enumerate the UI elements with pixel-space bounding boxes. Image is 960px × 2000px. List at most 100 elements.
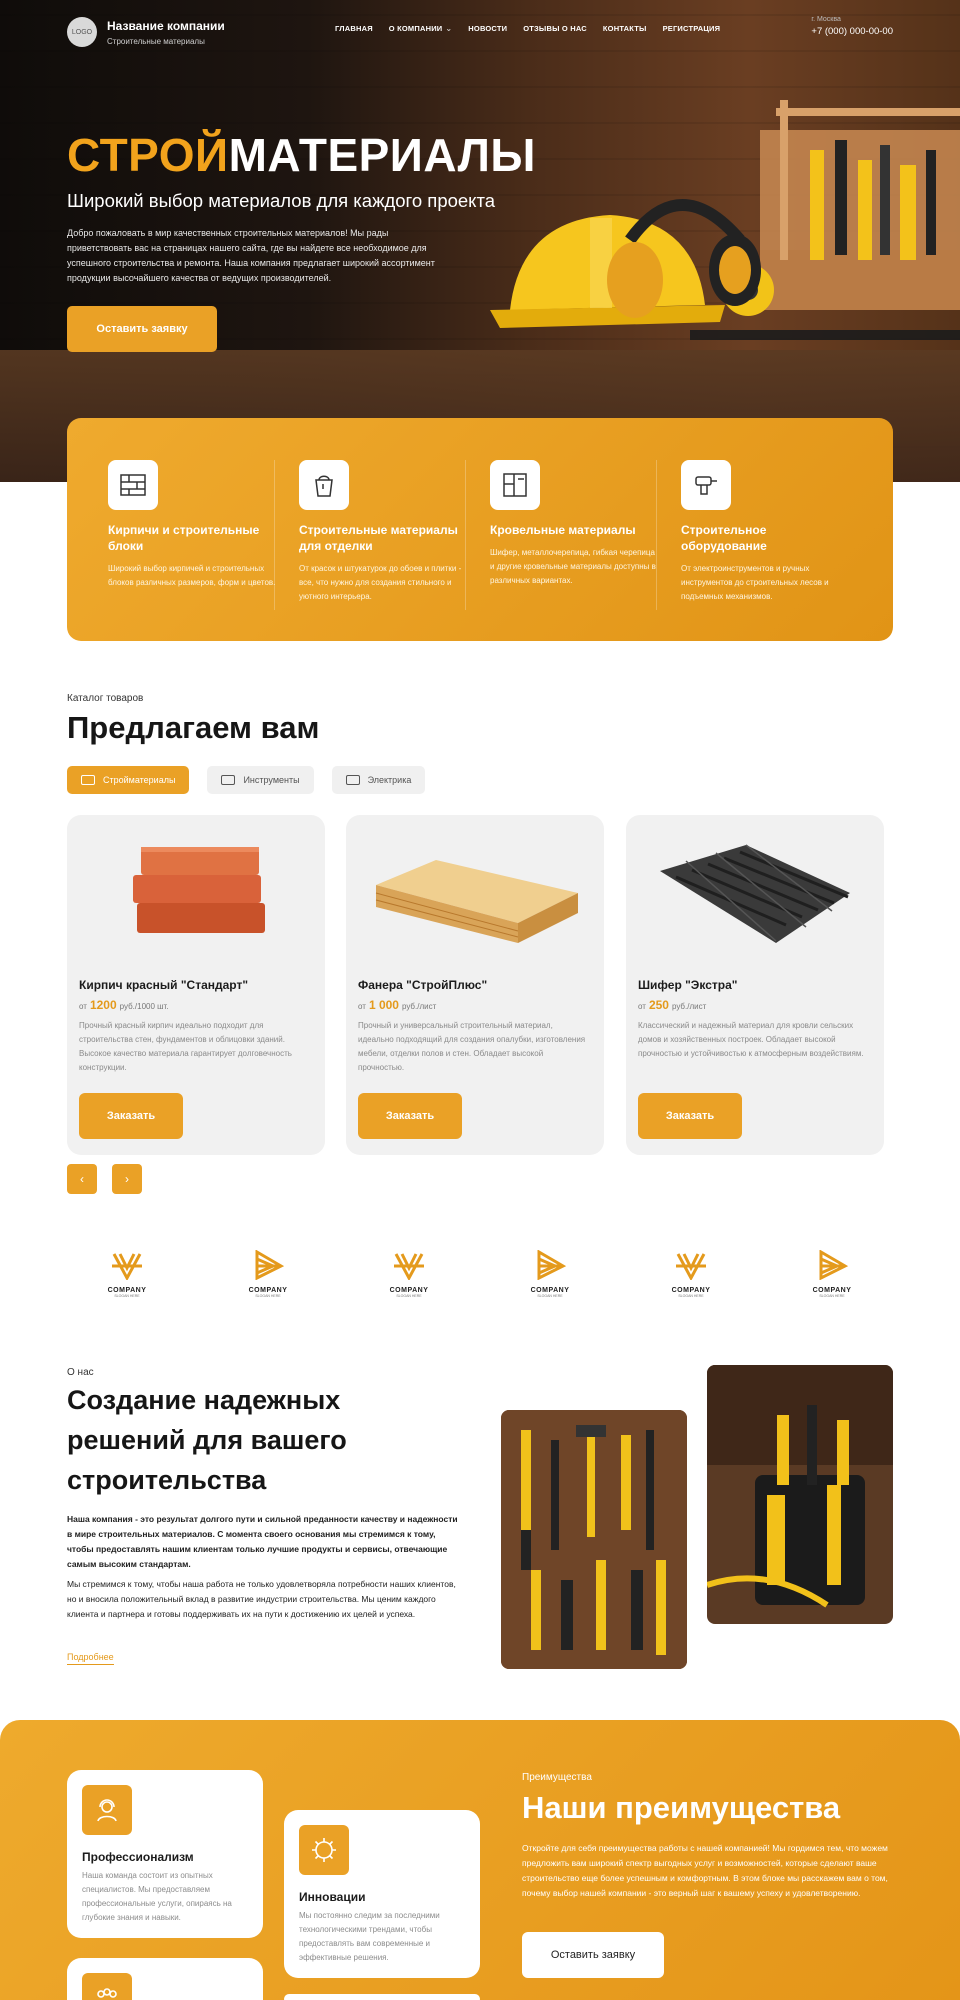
price-prefix: от [79, 1002, 87, 1011]
divider [465, 460, 466, 610]
brick-image [133, 847, 265, 933]
tab-tools[interactable]: Инструменты [207, 766, 314, 794]
category-bricks[interactable]: Кирпичи и строительные блоки Широкий выб… [108, 460, 278, 590]
partner-name: COMPANY [248, 1287, 288, 1294]
paint-bucket-icon [299, 460, 349, 510]
order-button[interactable]: Заказать [638, 1093, 742, 1139]
category-title: Строительные материалы для отделки [299, 523, 458, 553]
nav-item-news[interactable]: НОВОСТИ [468, 24, 507, 33]
read-more-link[interactable]: Подробнее [67, 1652, 114, 1665]
catalog-tabs: Стройматериалы Инструменты Электрика [67, 766, 426, 794]
nav-item-register[interactable]: РЕГИСТРАЦИЯ [663, 24, 721, 33]
hero-intro: Добро пожаловать в мир качественных стро… [67, 228, 435, 283]
nav-item-home[interactable]: ГЛАВНАЯ [335, 24, 373, 33]
prev-arrow-button[interactable]: ‹ [67, 1164, 97, 1194]
catalog-kicker: Каталог товаров [67, 693, 144, 704]
nav-item-contacts[interactable]: КОНТАКТЫ [603, 24, 647, 33]
category-equipment[interactable]: Строительное оборудование От электроинст… [681, 460, 851, 604]
tab-electrics[interactable]: Электрика [331, 766, 426, 794]
main-nav: ГЛАВНАЯ О КОМПАНИИ ⌄ НОВОСТИ ОТЗЫВЫ О НАС… [335, 24, 720, 33]
advantages-kicker: Преимущества [522, 1772, 592, 1783]
advantages-request-button[interactable]: Оставить заявку [522, 1932, 664, 1978]
category-desc: Шифер, металлочерепица, гибкая черепица … [490, 548, 656, 585]
nav-item-reviews[interactable]: ОТЗЫВЫ О НАС [523, 24, 587, 33]
partner-mark-icon [676, 1253, 706, 1282]
about-kicker: О нас [67, 1367, 94, 1378]
nav-item-about-label: О КОМПАНИИ [388, 24, 443, 33]
slate-roof-image [660, 844, 850, 943]
product-card: Шифер "Экстра" от 250 руб./лист Классическ… [626, 815, 884, 1155]
tools-flatlay-photo [501, 1410, 687, 1669]
category-finishing[interactable]: Строительные материалы для отделки От кр… [299, 460, 469, 604]
tab-label: Электрика [367, 775, 412, 785]
toolbox-image [707, 1365, 893, 1624]
advantages-text: Откройте для себя преимущества работы с … [522, 1843, 888, 1898]
advantage-desc: Наша команда состоит из опытных специали… [82, 1871, 232, 1922]
phone-link[interactable]: +7 (000) 000-00-00 [811, 26, 893, 37]
advantage-card-partial [67, 1958, 263, 2000]
worker-icon [82, 1785, 132, 1835]
partner-logo[interactable]: COMPANY SLOGAN HERE [520, 1249, 580, 1298]
product-desc: Прочный и универсальный строительный мат… [358, 1021, 586, 1072]
roof-plan-icon [490, 460, 540, 510]
partner-logo[interactable]: COMPANY SLOGAN HERE [379, 1250, 439, 1298]
plywood-image [375, 860, 578, 943]
partner-name: COMPANY [530, 1287, 570, 1294]
header-contact: г. Москва +7 (000) 000-00-00 [811, 16, 893, 37]
advantage-title: Инновации [299, 1890, 366, 1904]
partner-logo[interactable]: COMPANY SLOGAN HERE [238, 1249, 298, 1298]
catalog-title: Предлагаем вам [67, 710, 320, 745]
partner-logo[interactable]: COMPANY SLOGAN HERE [802, 1249, 862, 1298]
next-arrow-button[interactable]: › [112, 1164, 142, 1194]
gear-bulb-icon [299, 1825, 349, 1875]
brick-wall-icon [81, 775, 95, 785]
category-desc: Широкий выбор кирпичей и строительных бл… [108, 564, 276, 587]
price-prefix: от [358, 1002, 366, 1011]
team-icon [82, 1973, 132, 2000]
hero-request-button[interactable]: Оставить заявку [67, 306, 217, 352]
categories-panel: Кирпичи и строительные блоки Широкий выб… [67, 418, 893, 641]
partner-slogan: SLOGAN HERE [819, 1294, 845, 1298]
price-unit: руб./лист [401, 1002, 437, 1011]
category-title: Кирпичи и строительные блоки [108, 523, 260, 553]
partner-mark-icon [255, 1249, 285, 1281]
about-paragraph-2: Мы стремимся к тому, чтобы наша работа н… [67, 1579, 456, 1619]
advantage-card: Профессионализм Наша команда состоит из … [67, 1770, 263, 1938]
hero-title: СТРОЙМАТЕРИАЛЫ [67, 130, 536, 180]
brand: Название компании Строительные материалы [107, 19, 225, 46]
category-title: Строительное оборудование [681, 523, 767, 553]
site-header: LOGO Название компании Строительные мате… [67, 12, 893, 52]
partner-mark-icon [394, 1253, 424, 1282]
order-button[interactable]: Заказать [79, 1093, 183, 1139]
category-desc: От красок и штукатурок до обоев и плитки… [299, 564, 462, 601]
nav-item-about[interactable]: О КОМПАНИИ ⌄ [389, 24, 453, 33]
divider [656, 460, 657, 610]
product-price: от 1200 руб./1000 шт. [79, 998, 169, 1012]
price-prefix: от [638, 1002, 646, 1011]
tab-building-materials[interactable]: Стройматериалы [67, 766, 190, 794]
product-name: Фанера "СтройПлюс" [358, 978, 488, 992]
order-button[interactable]: Заказать [358, 1093, 462, 1139]
category-title: Кровельные материалы [490, 523, 636, 537]
brick-wall-icon [108, 460, 158, 510]
partner-mark-icon [112, 1253, 142, 1282]
company-tagline: Строительные материалы [107, 36, 205, 46]
partner-logo[interactable]: COMPANY SLOGAN HERE [661, 1250, 721, 1298]
advantages-title: Наши преимущества [522, 1790, 841, 1825]
price-value: 1 000 [368, 998, 399, 1012]
partner-name: COMPANY [107, 1287, 147, 1294]
hero-title-accent: СТРОЙ [67, 129, 229, 181]
about-title: Создание надежных решений для вашего стр… [67, 1385, 347, 1495]
category-desc: От электроинструментов и ручных инструме… [681, 564, 829, 601]
logo[interactable]: LOGO [67, 17, 97, 47]
category-roofing[interactable]: Кровельные материалы Шифер, металлочереп… [490, 460, 660, 588]
partner-slogan: SLOGAN HERE [537, 1294, 563, 1298]
partner-name: COMPANY [671, 1287, 711, 1294]
partner-logo[interactable]: COMPANY SLOGAN HERE [97, 1250, 157, 1298]
partner-name: COMPANY [812, 1287, 852, 1294]
partner-slogan: SLOGAN HERE [255, 1294, 281, 1298]
product-price: от 250 руб./лист [638, 998, 706, 1012]
company-name[interactable]: Название компании [107, 19, 225, 33]
tab-label: Стройматериалы [103, 775, 176, 785]
partner-slogan: SLOGAN HERE [396, 1294, 422, 1298]
